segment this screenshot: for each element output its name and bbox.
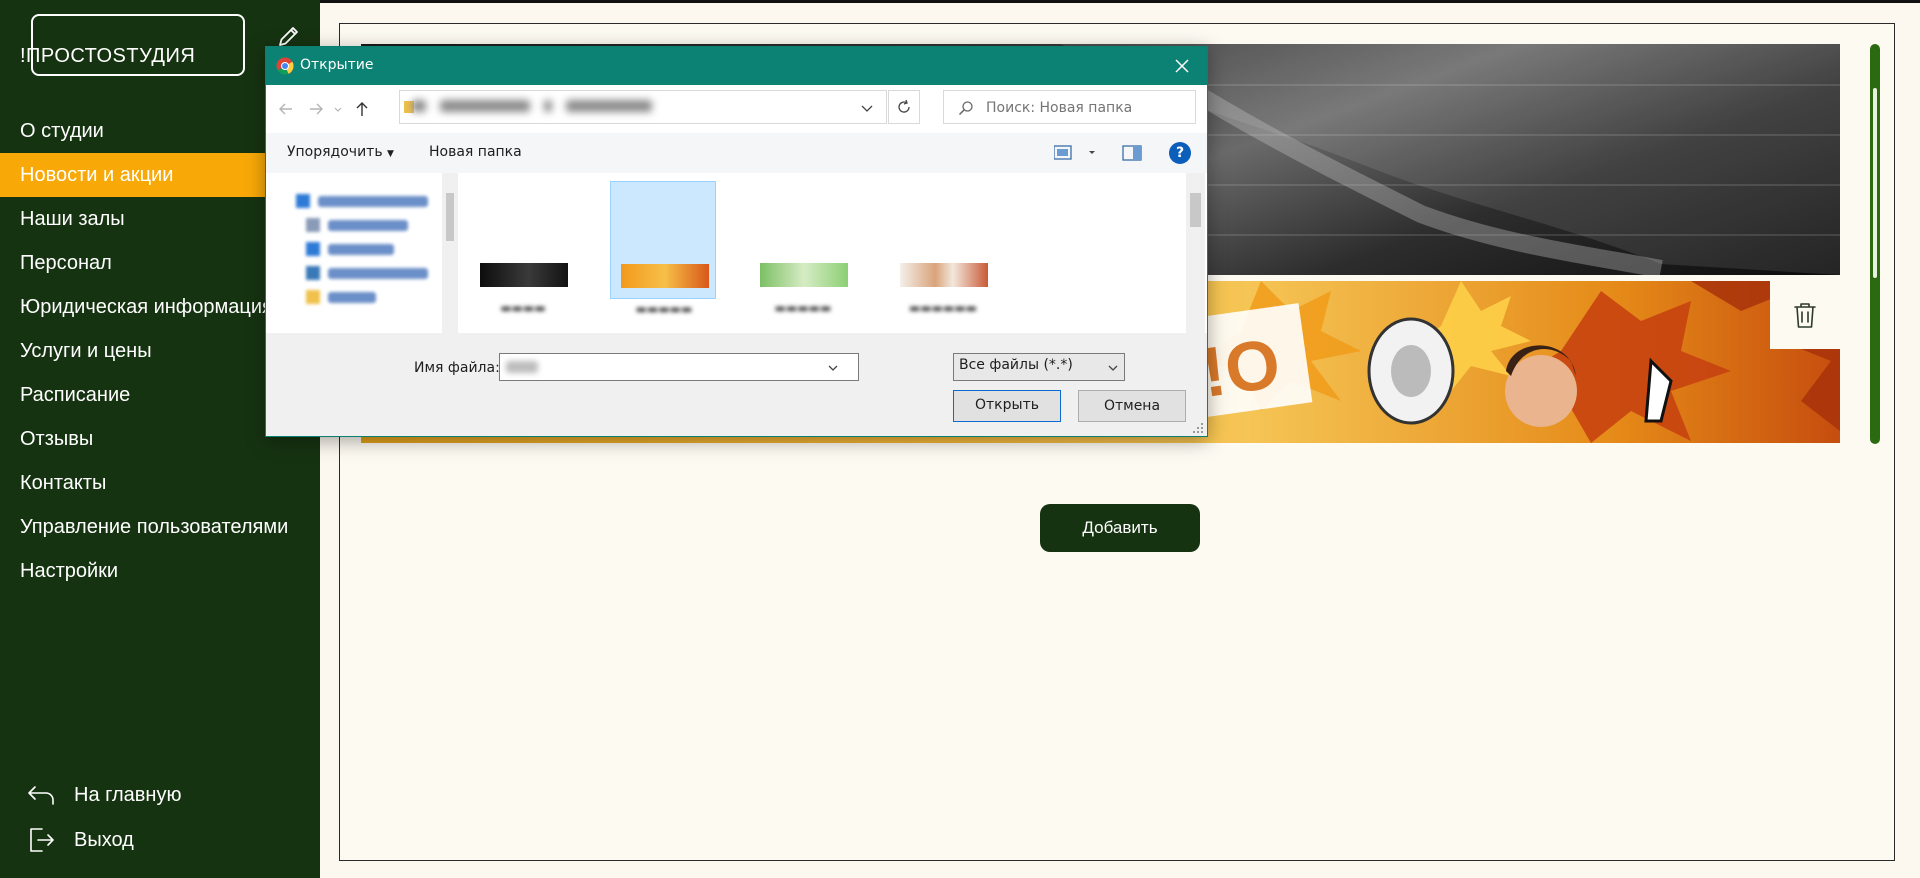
resize-grip-icon[interactable] <box>1192 422 1204 434</box>
address-bar[interactable] <box>399 90 887 124</box>
sidebar-item-contacts[interactable]: Контакты <box>0 461 320 505</box>
refresh-button[interactable] <box>888 90 920 124</box>
logout-icon <box>30 828 54 852</box>
document-icon <box>306 218 320 232</box>
folder-icon <box>306 290 320 304</box>
scrollbar-thumb[interactable] <box>1873 88 1877 278</box>
view-options-icon[interactable] <box>1054 144 1098 162</box>
recent-dropdown-icon[interactable] <box>332 99 344 119</box>
chevron-down-icon[interactable] <box>826 361 840 375</box>
image-icon <box>306 266 320 280</box>
tree-quick-access[interactable] <box>296 191 428 211</box>
address-path <box>412 100 674 114</box>
search-icon <box>958 101 973 116</box>
filename-input[interactable] <box>499 353 859 381</box>
file-list[interactable]: ▬▬▬▬ ▬▬▬▬▬ ▬▬▬▬▬ ▬▬▬▬▬▬ <box>460 173 1207 333</box>
file-label-blurred: ▬▬▬▬▬▬ <box>908 301 978 315</box>
file-label-blurred: ▬▬▬▬▬ <box>635 302 693 316</box>
caret-down-icon: ▼ <box>387 149 394 159</box>
file-open-dialog: Открытие Упорядочить ▼ Новая папка ? <box>265 46 1208 437</box>
filename-value-blurred <box>506 361 538 373</box>
file-item[interactable]: ▬▬▬▬▬ <box>750 181 856 315</box>
file-thumbnail <box>480 263 568 287</box>
up-icon[interactable] <box>352 99 372 119</box>
file-item-selected[interactable]: ▬▬▬▬▬ <box>610 181 716 316</box>
trash-icon <box>1794 303 1816 328</box>
file-label-blurred: ▬▬▬▬ <box>500 301 546 315</box>
file-item[interactable]: ▬▬▬▬ <box>470 181 576 315</box>
tree-downloads[interactable] <box>306 239 394 259</box>
delete-button[interactable] <box>1770 281 1840 349</box>
forward-icon[interactable] <box>306 99 326 119</box>
logo-text: !ПРОСТОSТУДИЯ <box>20 45 196 67</box>
add-button[interactable]: Добавить <box>1040 504 1200 552</box>
files-scroll-thumb[interactable] <box>1190 193 1201 227</box>
close-icon[interactable] <box>1169 53 1195 79</box>
file-label-blurred: ▬▬▬▬▬ <box>774 301 832 315</box>
search-box[interactable] <box>943 90 1196 124</box>
top-border <box>320 0 1920 3</box>
chevron-down-icon <box>1108 365 1118 371</box>
file-item[interactable]: ▬▬▬▬▬▬ <box>890 181 996 315</box>
organize-label: Упорядочить <box>287 144 383 160</box>
tree-documents[interactable] <box>306 215 408 235</box>
home-label: На главную <box>74 783 182 806</box>
back-arrow-icon <box>28 786 54 805</box>
file-thumbnail <box>760 263 848 287</box>
file-type-value: Все файлы (*.*) <box>959 357 1073 373</box>
dialog-footer <box>266 333 1207 436</box>
logout-link[interactable]: Выход <box>26 820 134 860</box>
tree-folder[interactable] <box>306 287 376 307</box>
preview-pane-icon[interactable] <box>1122 143 1142 163</box>
navigation-pane[interactable] <box>266 173 460 333</box>
search-input[interactable] <box>984 97 1188 119</box>
cancel-button[interactable]: Отмена <box>1078 390 1186 422</box>
dialog-title: Открытие <box>300 57 374 73</box>
organize-button[interactable]: Упорядочить ▼ <box>287 144 394 160</box>
home-link[interactable]: На главную <box>26 775 181 815</box>
dialog-titlebar[interactable]: Открытие <box>266 47 1207 85</box>
chrome-icon <box>276 57 294 75</box>
chevron-down-icon[interactable] <box>860 101 874 115</box>
open-button[interactable]: Открыть <box>953 390 1061 422</box>
navigation-scroll-thumb[interactable] <box>446 193 454 241</box>
file-thumbnail <box>900 263 988 287</box>
images-scrollbar[interactable] <box>1870 44 1880 444</box>
file-thumbnail <box>621 264 709 288</box>
sidebar-item-users[interactable]: Управление пользователями <box>0 505 320 549</box>
help-icon[interactable]: ? <box>1169 142 1191 164</box>
refresh-icon <box>898 99 910 113</box>
file-type-select[interactable]: Все файлы (*.*) <box>953 353 1125 381</box>
download-icon <box>306 242 320 256</box>
back-icon[interactable] <box>276 99 296 119</box>
tree-images[interactable] <box>306 263 428 283</box>
filename-label: Имя файла: <box>414 360 500 376</box>
sidebar-item-settings[interactable]: Настройки <box>0 549 320 593</box>
logout-label: Выход <box>74 828 134 851</box>
svg-text:!О: !О <box>1197 324 1285 412</box>
star-icon <box>296 194 310 208</box>
new-folder-button[interactable]: Новая папка <box>429 144 522 160</box>
dialog-toolbar: Упорядочить ▼ Новая папка ? <box>266 133 1207 173</box>
